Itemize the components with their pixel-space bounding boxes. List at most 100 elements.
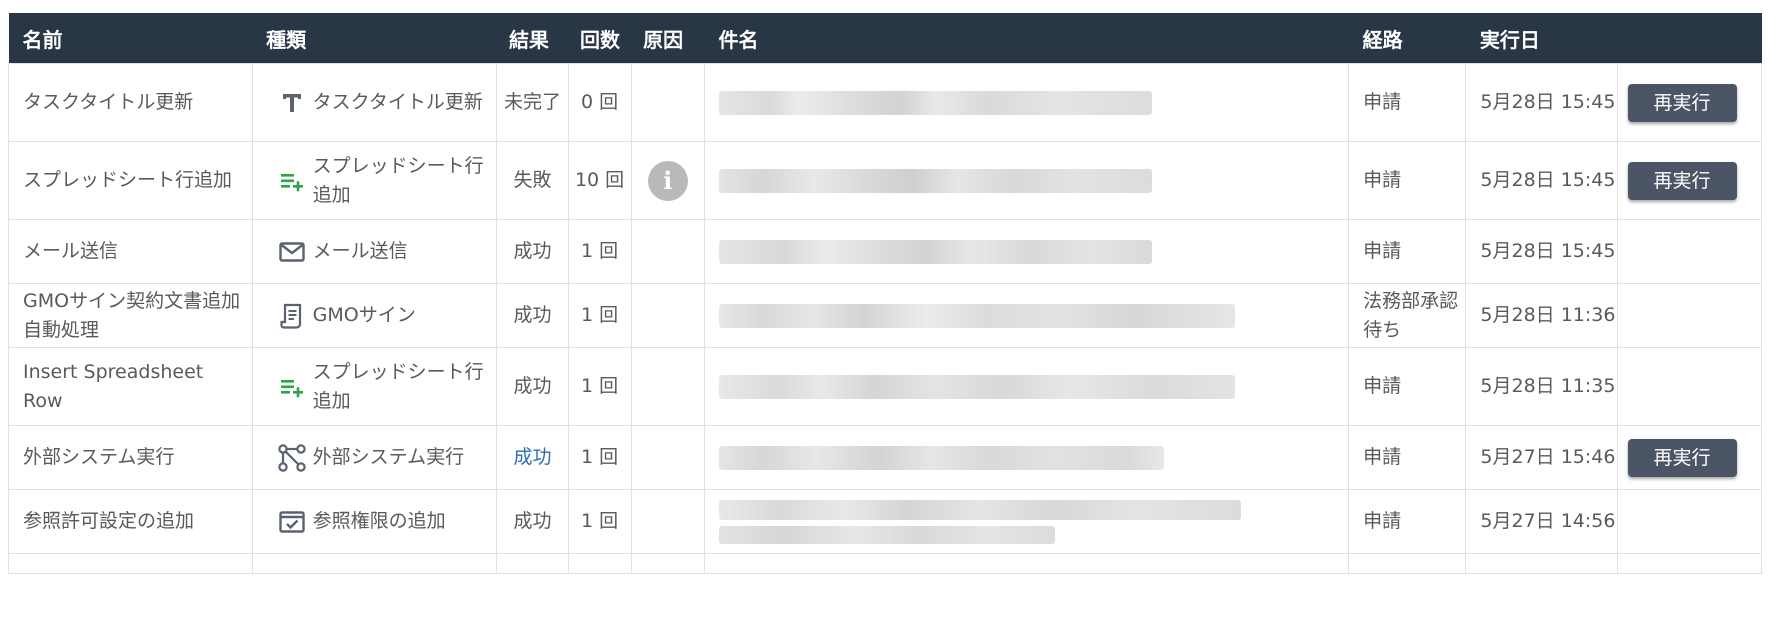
row-result: 未完了 (496, 63, 569, 142)
kind-label: スプレッドシート行追加 (312, 360, 484, 412)
row-actions: 再実行 (1616, 425, 1763, 490)
row-route: 申請 (1348, 63, 1467, 142)
row-name: GMOサイン契約文書追加自動処理 (8, 283, 253, 348)
header-count[interactable]: 回数 (568, 13, 632, 64)
redacted-subject (718, 445, 1164, 470)
redacted-subject (718, 168, 1152, 193)
row-route: 申請 (1348, 141, 1467, 220)
row-actions (1616, 219, 1763, 284)
row-result: 成功 (496, 283, 569, 348)
rerun-button[interactable]: 再実行 (1627, 83, 1737, 122)
kind-cell: スプレッドシート行追加 (267, 152, 491, 210)
automation-history: 名前 種類 結果 回数 原因 件名 経路 実行日 タスクタイトル更新 タスクタイ… (8, 13, 1763, 574)
kind-cell: 外部システム実行 (267, 441, 491, 475)
row-count: 1 回 (567, 489, 632, 554)
header-result[interactable]: 結果 (496, 13, 568, 64)
add-row-icon (275, 164, 309, 198)
row-route: 法務部承認待ち (1348, 283, 1467, 348)
row-cell (1616, 553, 1763, 574)
row-result: 成功 (496, 489, 569, 554)
table-row[interactable]: スプレッドシート行追加 スプレッドシート行追加 失敗 10 回 i 申請 5月2… (8, 141, 1763, 220)
table-row[interactable]: Insert Spreadsheet Row スプレッドシート行追加 成功 1 … (8, 347, 1763, 426)
row-route: 申請 (1348, 347, 1467, 426)
row-result: 失敗 (496, 141, 569, 220)
row-count: 0 回 (567, 63, 632, 142)
table-header-row: 名前 種類 結果 回数 原因 件名 経路 実行日 (8, 13, 1762, 64)
row-subject (703, 347, 1350, 426)
header-name[interactable]: 名前 (8, 13, 253, 64)
row-route: 申請 (1348, 489, 1467, 554)
kind-cell: スプレッドシート行追加 (267, 358, 491, 416)
row-date: 5月28日 15:45 (1465, 63, 1618, 142)
table-row (8, 553, 1763, 574)
connection-icon (275, 441, 309, 475)
row-cell (8, 553, 253, 574)
row-cell (496, 553, 569, 574)
row-subject (703, 283, 1350, 348)
row-actions: 再実行 (1616, 141, 1763, 220)
table-row[interactable]: GMOサイン契約文書追加自動処理 GMOサイン 成功 1 回 法務部承認待ち 5… (8, 283, 1763, 348)
result-link[interactable]: 成功 (513, 446, 551, 468)
row-date: 5月28日 11:35 (1465, 347, 1618, 426)
rerun-button[interactable]: 再実行 (1627, 438, 1737, 477)
header-kind[interactable]: 種類 (252, 13, 497, 64)
row-cell (1465, 553, 1618, 574)
row-name: 外部システム実行 (8, 425, 253, 490)
kind-cell: タスクタイトル更新 (267, 86, 491, 120)
redacted-subject (718, 374, 1235, 399)
row-count: 1 回 (567, 283, 632, 348)
row-subject (703, 489, 1350, 554)
row-kind: GMOサイン (251, 283, 498, 348)
redacted-subject-line2 (718, 525, 1055, 544)
kind-label: GMOサイン (312, 304, 416, 326)
table-row[interactable]: 外部システム実行 外部システム実行 成功 1 回 申請 5月27日 15:46 … (8, 425, 1763, 490)
rerun-button[interactable]: 再実行 (1627, 161, 1737, 200)
row-subject (703, 63, 1350, 142)
table-row[interactable]: タスクタイトル更新 タスクタイトル更新 未完了 0 回 申請 5月28日 15:… (8, 63, 1763, 142)
row-cause (630, 347, 705, 426)
row-count: 1 回 (567, 219, 632, 284)
row-cell (251, 553, 498, 574)
row-cause (630, 283, 705, 348)
header-cause[interactable]: 原因 (631, 13, 705, 64)
row-cause (630, 63, 705, 142)
row-name: タスクタイトル更新 (8, 63, 253, 142)
kind-cell: GMOサイン (267, 299, 491, 333)
table-row[interactable]: メール送信 メール送信 成功 1 回 申請 5月28日 15:45 (8, 219, 1763, 284)
header-subject[interactable]: 件名 (704, 13, 1349, 64)
info-icon[interactable]: i (647, 160, 688, 201)
kind-cell: メール送信 (267, 235, 491, 269)
row-count: 10 回 (567, 141, 632, 220)
kind-label: 外部システム実行 (312, 446, 465, 468)
permission-icon (275, 505, 309, 539)
row-cause (630, 425, 705, 490)
row-kind: 外部システム実行 (251, 425, 498, 490)
execution-history-table: 名前 種類 結果 回数 原因 件名 経路 実行日 タスクタイトル更新 タスクタイ… (8, 13, 1763, 574)
row-cause (630, 489, 705, 554)
row-name: 参照許可設定の追加 (8, 489, 253, 554)
row-result-link[interactable]: 成功 (496, 425, 569, 490)
row-result: 成功 (496, 219, 569, 284)
row-actions (1616, 347, 1763, 426)
mail-icon (275, 235, 309, 269)
row-actions: 再実行 (1616, 63, 1763, 142)
kind-cell: 参照権限の追加 (267, 505, 491, 539)
row-kind: スプレッドシート行追加 (251, 141, 498, 220)
kind-label: スプレッドシート行追加 (312, 154, 484, 206)
row-result: 成功 (496, 347, 569, 426)
row-kind: スプレッドシート行追加 (251, 347, 498, 426)
table-row[interactable]: 参照許可設定の追加 参照権限の追加 成功 1 回 申請 5月27日 14:56 (8, 489, 1763, 554)
row-count: 1 回 (567, 347, 632, 426)
row-route: 申請 (1348, 425, 1467, 490)
row-cause: i (630, 141, 705, 220)
header-actions (1617, 13, 1762, 64)
row-name: Insert Spreadsheet Row (8, 347, 253, 426)
row-cell (567, 553, 632, 574)
row-kind: メール送信 (251, 219, 498, 284)
row-cause (630, 219, 705, 284)
row-subject (703, 425, 1350, 490)
header-date[interactable]: 実行日 (1465, 13, 1618, 64)
row-cell (630, 553, 705, 574)
row-date: 5月27日 15:46 (1465, 425, 1618, 490)
header-route[interactable]: 経路 (1348, 13, 1466, 64)
